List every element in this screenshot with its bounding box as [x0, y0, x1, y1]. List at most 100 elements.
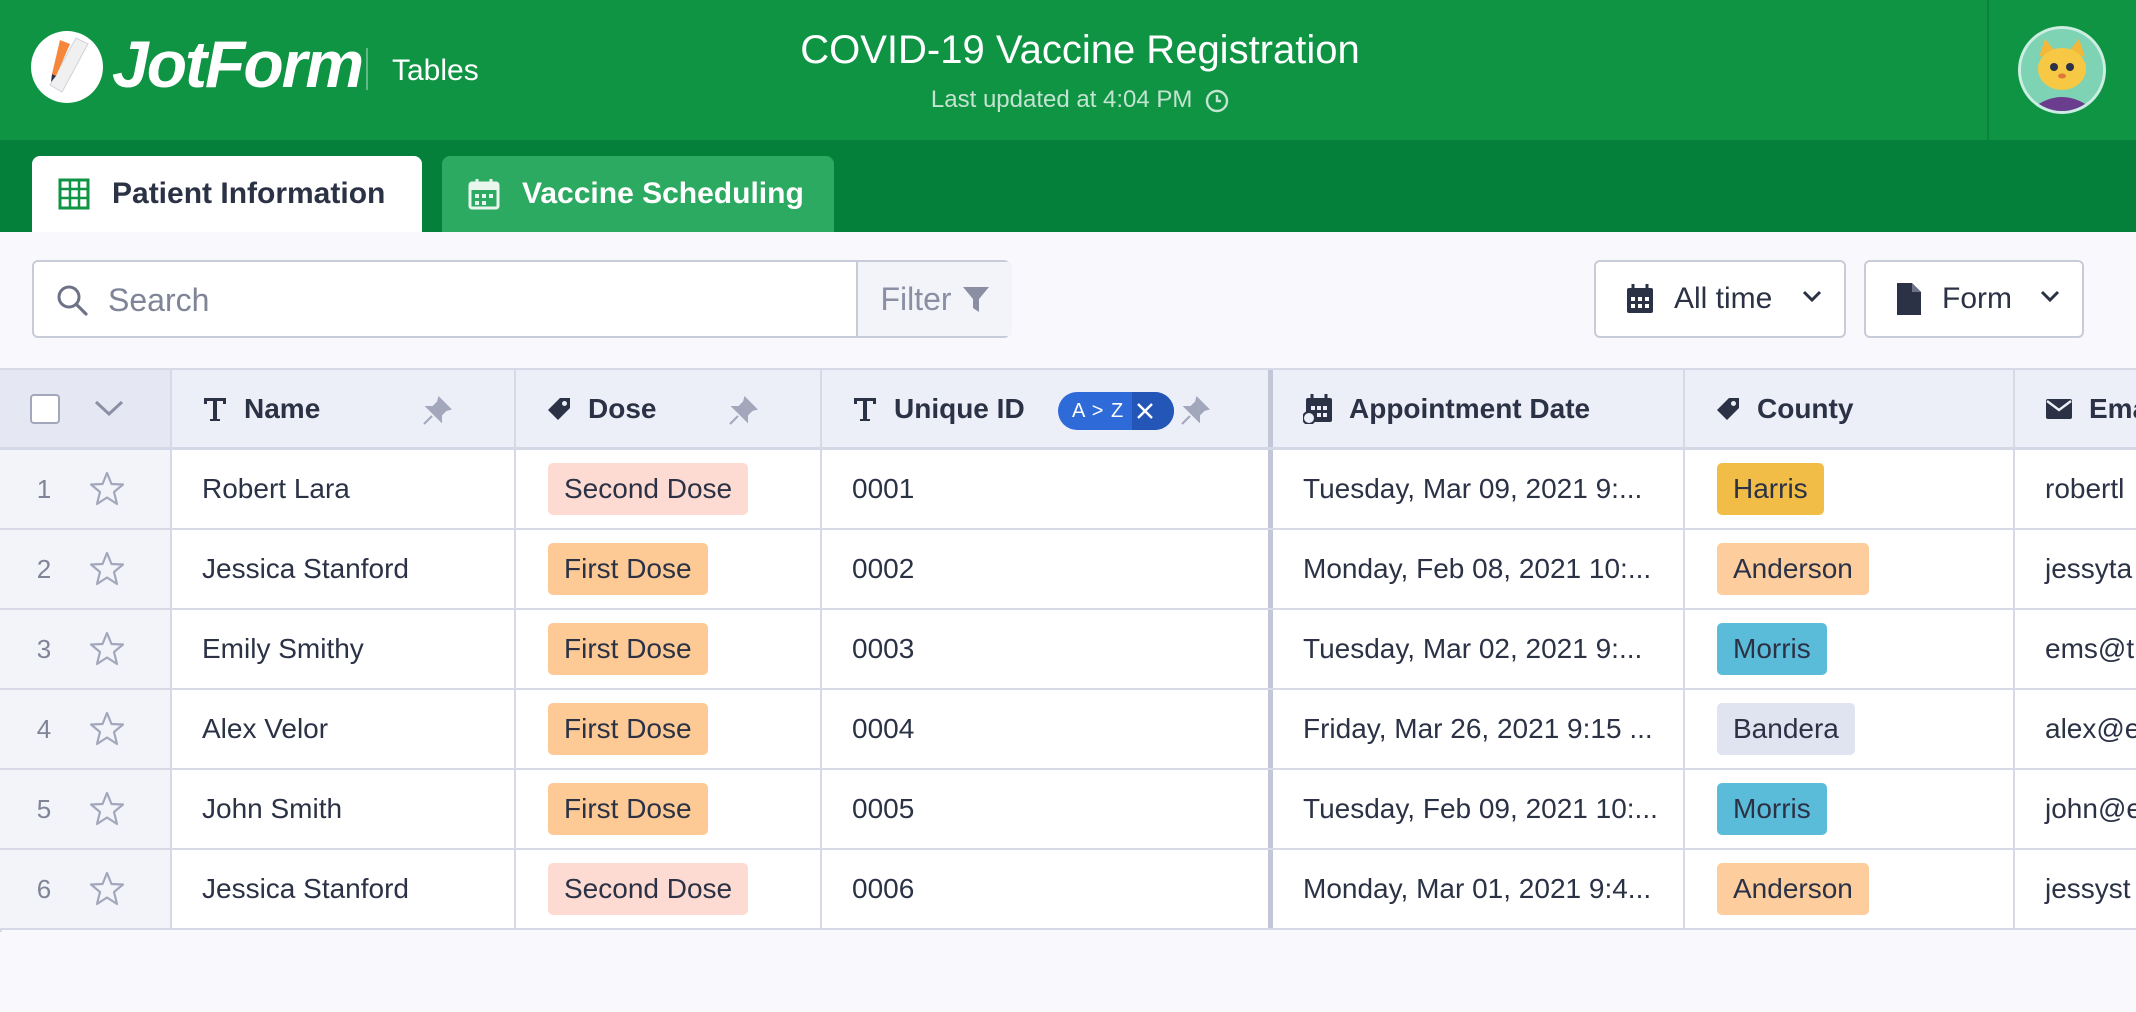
cell-county[interactable]: Bandera: [1685, 690, 2015, 768]
tab-label: Patient Information: [112, 177, 386, 210]
sort-badge[interactable]: A > Z: [1058, 392, 1174, 430]
star-icon[interactable]: [88, 470, 126, 508]
table-row[interactable]: 4 Alex Velor First Dose 0004 Friday, Mar 26,…: [0, 690, 2136, 770]
cell-unique-id[interactable]: 0005: [822, 770, 1272, 848]
row-controls-cell: 3: [0, 610, 172, 688]
cell-unique-id[interactable]: 0001: [822, 450, 1272, 528]
cell-dose[interactable]: Second Dose: [516, 850, 822, 928]
cell-unique-id[interactable]: 0003: [822, 610, 1272, 688]
remove-sort-button[interactable]: [1131, 392, 1174, 430]
pin-icon[interactable]: [422, 396, 452, 426]
cell-appointment-date[interactable]: Friday, Mar 26, 2021 9:15 ...: [1273, 690, 1685, 768]
chevron-down-icon[interactable]: [94, 400, 124, 418]
page-title: COVID-19 Vaccine Registration: [800, 28, 1360, 72]
brand-divider: [366, 48, 368, 90]
close-icon: [1137, 403, 1153, 419]
table-row[interactable]: 6 Jessica Stanford Second Dose 0006 Monday, …: [0, 850, 2136, 930]
cell-dose[interactable]: Second Dose: [516, 450, 822, 528]
logo-text[interactable]: JotForm: [112, 26, 364, 102]
avatar-divider: [1987, 0, 1989, 140]
column-label: Appointment Date: [1349, 392, 1591, 424]
cell-county[interactable]: Morris: [1685, 610, 2015, 688]
pin-icon[interactable]: [728, 396, 758, 426]
cell-email[interactable]: jessyst: [2015, 850, 2136, 928]
county-tag: Bandera: [1717, 703, 1855, 755]
cell-appointment-date[interactable]: Tuesday, Feb 09, 2021 10:...: [1273, 770, 1685, 848]
cell-unique-id[interactable]: 0002: [822, 530, 1272, 608]
column-label: Name: [244, 392, 321, 424]
cell-dose[interactable]: First Dose: [516, 690, 822, 768]
cell-email[interactable]: alex@e: [2015, 690, 2136, 768]
table-row[interactable]: 2 Jessica Stanford First Dose 0002 Monday, F…: [0, 530, 2136, 610]
cell-county[interactable]: Anderson: [1685, 530, 2015, 608]
cat-avatar-icon: [2021, 29, 2103, 111]
table-row[interactable]: 1 Robert Lara Second Dose 0001 Tuesday, Mar …: [0, 450, 2136, 530]
cell-name[interactable]: Jessica Stanford: [172, 850, 516, 928]
cell-unique-id[interactable]: 0006: [822, 850, 1272, 928]
star-icon[interactable]: [88, 790, 126, 828]
filter-button[interactable]: Filter: [856, 262, 1012, 336]
row-number: 2: [36, 554, 52, 584]
sort-order-label: A > Z: [1072, 399, 1125, 422]
calendar-clock-icon: [1303, 393, 1332, 424]
cell-unique-id[interactable]: 0004: [822, 690, 1272, 768]
time-range-value: All time: [1674, 282, 1773, 315]
star-icon[interactable]: [88, 630, 126, 668]
section-label[interactable]: Tables: [392, 54, 479, 88]
jotform-logo-icon[interactable]: [30, 30, 105, 105]
cell-appointment-date[interactable]: Tuesday, Mar 02, 2021 9:...: [1273, 610, 1685, 688]
column-label: Dose: [588, 392, 657, 424]
search-box: Filter: [32, 260, 1012, 338]
cell-dose[interactable]: First Dose: [516, 530, 822, 608]
calendar-grid-icon: [468, 179, 500, 210]
column-header-name[interactable]: Name: [172, 370, 516, 447]
last-updated-text: Last updated at 4:04 PM: [930, 86, 1193, 113]
header-select-cell: [0, 370, 172, 447]
cell-name[interactable]: John Smith: [172, 770, 516, 848]
select-all-checkbox[interactable]: [30, 394, 60, 424]
tab-patient-information[interactable]: Patient Information: [32, 156, 422, 232]
star-icon[interactable]: [88, 870, 126, 908]
column-header-county[interactable]: County: [1685, 370, 2015, 447]
cell-name[interactable]: Jessica Stanford: [172, 530, 516, 608]
pin-icon[interactable]: [1180, 396, 1210, 426]
row-number: 3: [36, 634, 52, 664]
cell-appointment-date[interactable]: Tuesday, Mar 09, 2021 9:...: [1273, 450, 1685, 528]
cell-name[interactable]: Alex Velor: [172, 690, 516, 768]
column-header-dose[interactable]: Dose: [516, 370, 822, 447]
cell-dose[interactable]: First Dose: [516, 610, 822, 688]
column-header-appointment-date[interactable]: Appointment Date: [1273, 370, 1685, 447]
table-row[interactable]: 3 Emily Smithy First Dose 0003 Tuesday, Mar …: [0, 610, 2136, 690]
county-tag: Morris: [1717, 623, 1827, 675]
cell-dose[interactable]: First Dose: [516, 770, 822, 848]
column-label: Ema: [2089, 392, 2136, 424]
county-tag: Harris: [1717, 463, 1824, 515]
cell-county[interactable]: Harris: [1685, 450, 2015, 528]
time-range-dropdown[interactable]: All time: [1594, 260, 1846, 338]
table-row[interactable]: 5 John Smith First Dose 0005 Tuesday, Feb 09…: [0, 770, 2136, 850]
cell-appointment-date[interactable]: Monday, Feb 08, 2021 10:...: [1273, 530, 1685, 608]
form-view-value: Form: [1942, 282, 2012, 315]
user-avatar[interactable]: [2018, 26, 2106, 114]
chevron-down-icon: [2040, 290, 2060, 303]
column-header-unique-id[interactable]: Unique ID A > Z: [822, 370, 1272, 447]
cell-email[interactable]: jessyta: [2015, 530, 2136, 608]
column-header-email[interactable]: Ema: [2015, 370, 2136, 447]
star-icon[interactable]: [88, 550, 126, 588]
funnel-icon: [962, 287, 989, 312]
cell-email[interactable]: robertl: [2015, 450, 2136, 528]
cell-email[interactable]: john@e: [2015, 770, 2136, 848]
cell-name[interactable]: Robert Lara: [172, 450, 516, 528]
cell-appointment-date[interactable]: Monday, Mar 01, 2021 9:4...: [1273, 850, 1685, 928]
form-view-dropdown[interactable]: Form: [1864, 260, 2084, 338]
search-input[interactable]: [106, 276, 870, 324]
cell-email[interactable]: ems@t: [2015, 610, 2136, 688]
cell-county[interactable]: Morris: [1685, 770, 2015, 848]
row-controls-cell: 4: [0, 690, 172, 768]
star-icon[interactable]: [88, 710, 126, 748]
tab-vaccine-scheduling[interactable]: Vaccine Scheduling: [442, 156, 834, 232]
text-type-icon: [204, 397, 226, 421]
chevron-down-icon: [1802, 290, 1822, 303]
cell-name[interactable]: Emily Smithy: [172, 610, 516, 688]
cell-county[interactable]: Anderson: [1685, 850, 2015, 928]
